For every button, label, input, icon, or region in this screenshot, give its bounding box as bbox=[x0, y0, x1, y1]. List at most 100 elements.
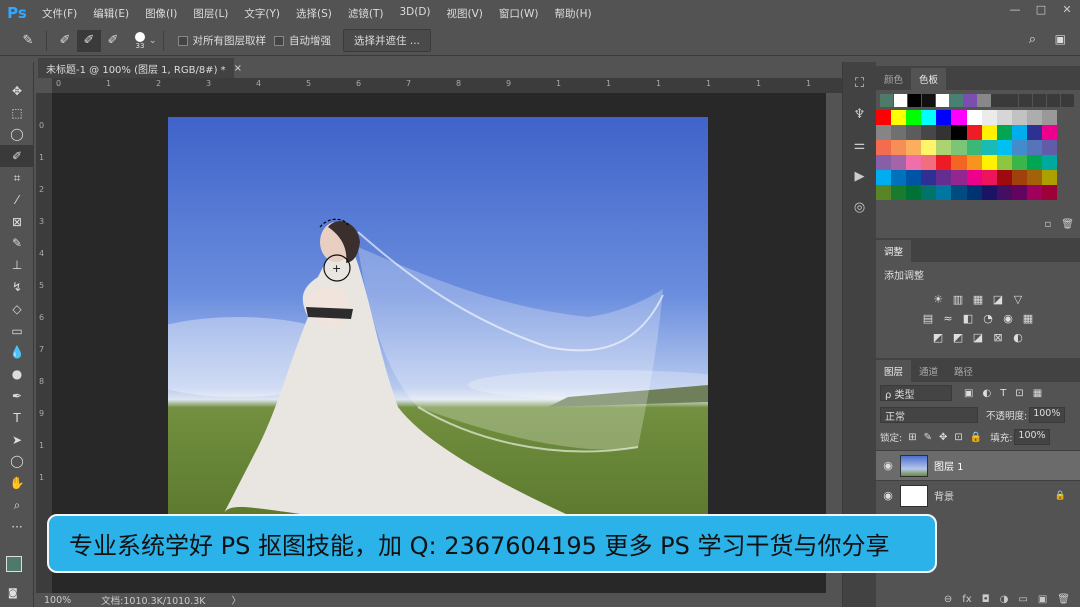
swatch[interactable] bbox=[1011, 140, 1027, 155]
swatch[interactable] bbox=[966, 140, 982, 155]
layer-row-background[interactable]: ◉ 背景 🔒 bbox=[876, 480, 1080, 510]
history-brush-icon[interactable]: ↯ bbox=[0, 276, 34, 298]
swatch[interactable] bbox=[1026, 155, 1043, 170]
path-selection-icon[interactable]: ➤ bbox=[0, 429, 34, 451]
adjustment-icon[interactable]: ◉ bbox=[1000, 312, 1016, 325]
swatch[interactable] bbox=[1042, 170, 1058, 185]
swatch[interactable] bbox=[1026, 185, 1043, 200]
swatch[interactable] bbox=[996, 170, 1012, 185]
swatch[interactable] bbox=[921, 94, 936, 107]
swatch[interactable] bbox=[981, 185, 997, 200]
swatch[interactable] bbox=[935, 94, 949, 107]
lock-image-icon[interactable]: ✎ bbox=[924, 432, 932, 443]
tab-adjustments[interactable]: 调整 bbox=[876, 240, 912, 262]
layer-footer-icon[interactable]: ▭ bbox=[1018, 594, 1027, 605]
gradient-icon[interactable]: ▭ bbox=[0, 320, 34, 342]
swatch[interactable] bbox=[1026, 110, 1043, 125]
swatch[interactable] bbox=[996, 110, 1012, 125]
layer-row-layer1[interactable]: ◉ 图层 1 bbox=[876, 450, 1080, 480]
type-icon[interactable]: T bbox=[0, 407, 34, 429]
swatch[interactable] bbox=[951, 185, 967, 200]
move-icon[interactable]: ✥ bbox=[0, 80, 34, 102]
adjustment-icon[interactable]: ☀ bbox=[930, 293, 946, 306]
lock-transparent-icon[interactable]: ⊞ bbox=[908, 432, 916, 443]
swatch[interactable] bbox=[876, 185, 892, 200]
swatch[interactable] bbox=[906, 185, 922, 200]
menu-item[interactable]: 3D(D) bbox=[391, 6, 438, 21]
brush-icon[interactable]: ✎ bbox=[0, 233, 34, 255]
swatch[interactable] bbox=[921, 140, 937, 155]
tab-swatches[interactable]: 色板 bbox=[911, 68, 947, 90]
swatch[interactable] bbox=[996, 155, 1012, 170]
menu-item[interactable]: 窗口(W) bbox=[491, 6, 547, 21]
swatch[interactable] bbox=[936, 155, 952, 170]
swatch[interactable] bbox=[921, 185, 937, 200]
swatch[interactable] bbox=[880, 94, 894, 107]
swatch[interactable] bbox=[921, 125, 937, 140]
healing-brush-icon[interactable]: ⊠ bbox=[0, 211, 34, 233]
quick-selection-icon[interactable]: ✐ bbox=[0, 145, 34, 168]
swatch[interactable] bbox=[1026, 140, 1043, 155]
more-icon[interactable]: ··· bbox=[0, 516, 34, 538]
bride-photo[interactable]: + bbox=[168, 117, 708, 515]
swatch[interactable] bbox=[906, 170, 922, 185]
adjustment-icon[interactable]: ⊠ bbox=[990, 331, 1006, 344]
search-icon[interactable]: ⌕ bbox=[1029, 32, 1036, 47]
swatch[interactable] bbox=[891, 140, 907, 155]
adjustment-icon[interactable]: ▥ bbox=[950, 293, 966, 306]
layer-footer-icon[interactable]: ▣ bbox=[1038, 594, 1047, 605]
subtract-selection-icon[interactable]: ✐ bbox=[101, 30, 125, 52]
tab-layers[interactable]: 图层 bbox=[876, 360, 912, 382]
swatch[interactable] bbox=[906, 140, 922, 155]
swatch[interactable] bbox=[963, 94, 977, 107]
swatch[interactable] bbox=[891, 170, 907, 185]
swatch[interactable] bbox=[949, 94, 963, 107]
fill-input[interactable]: 100% bbox=[1014, 429, 1051, 445]
filter-type-icon[interactable]: T bbox=[1000, 388, 1006, 399]
properties-icon[interactable]: ⚌ bbox=[843, 130, 876, 161]
shape-icon[interactable]: ◯ bbox=[0, 451, 34, 473]
chevron-down-icon[interactable]: ⌄ bbox=[149, 36, 157, 46]
minimize-button[interactable]: — bbox=[1002, 0, 1028, 18]
filter-shape-icon[interactable]: ⊡ bbox=[1015, 388, 1023, 399]
foreground-color-swatch[interactable] bbox=[6, 556, 22, 572]
swatch[interactable] bbox=[876, 155, 892, 170]
document-tab[interactable]: 未标题-1 @ 100% (图层 1, RGB/8#) * × bbox=[38, 58, 242, 78]
swatch[interactable] bbox=[981, 110, 997, 125]
swatch[interactable] bbox=[907, 94, 922, 107]
tab-color[interactable]: 颜色 bbox=[876, 68, 911, 90]
menu-item[interactable]: 选择(S) bbox=[288, 6, 340, 21]
tab-channels[interactable]: 通道 bbox=[911, 360, 946, 382]
layer-footer-icon[interactable]: ◘ bbox=[982, 594, 990, 605]
swatch[interactable] bbox=[1011, 110, 1027, 125]
layer-footer-icon[interactable]: fx bbox=[962, 594, 971, 605]
adjustment-icon[interactable]: ▦ bbox=[970, 293, 986, 306]
swatch[interactable] bbox=[1005, 94, 1019, 107]
menu-item[interactable]: 图层(L) bbox=[185, 6, 236, 21]
swatch[interactable] bbox=[1011, 125, 1027, 140]
menu-item[interactable]: 图像(I) bbox=[137, 6, 185, 21]
tool-preset-icon[interactable]: ✎ bbox=[16, 30, 40, 52]
swatch[interactable] bbox=[981, 170, 997, 185]
swatch[interactable] bbox=[921, 155, 937, 170]
adjustment-icon[interactable]: ▽ bbox=[1010, 293, 1026, 306]
menu-item[interactable]: 帮助(H) bbox=[547, 6, 600, 21]
layer-footer-icon[interactable]: ◑ bbox=[1000, 594, 1009, 605]
swatch[interactable] bbox=[977, 94, 991, 107]
adjustment-icon[interactable]: ▦ bbox=[1020, 312, 1036, 325]
swatch[interactable] bbox=[951, 140, 967, 155]
swatch[interactable] bbox=[966, 125, 982, 140]
swatch[interactable] bbox=[906, 110, 922, 125]
adjustment-icon[interactable]: ≈ bbox=[940, 312, 956, 325]
swatch[interactable] bbox=[891, 110, 907, 125]
new-swatch-icon[interactable]: ▫ bbox=[1045, 219, 1052, 230]
clone-stamp-icon[interactable]: ⊥ bbox=[0, 254, 34, 276]
swatch[interactable] bbox=[1026, 125, 1043, 140]
swatch[interactable] bbox=[991, 94, 1005, 107]
lock-position-icon[interactable]: ✥ bbox=[939, 432, 947, 443]
eraser-icon[interactable]: ◇ bbox=[0, 298, 34, 320]
swatch[interactable] bbox=[966, 170, 982, 185]
adjustment-icon[interactable]: ▤ bbox=[920, 312, 936, 325]
swatch[interactable] bbox=[966, 155, 982, 170]
swatch[interactable] bbox=[1060, 94, 1074, 107]
